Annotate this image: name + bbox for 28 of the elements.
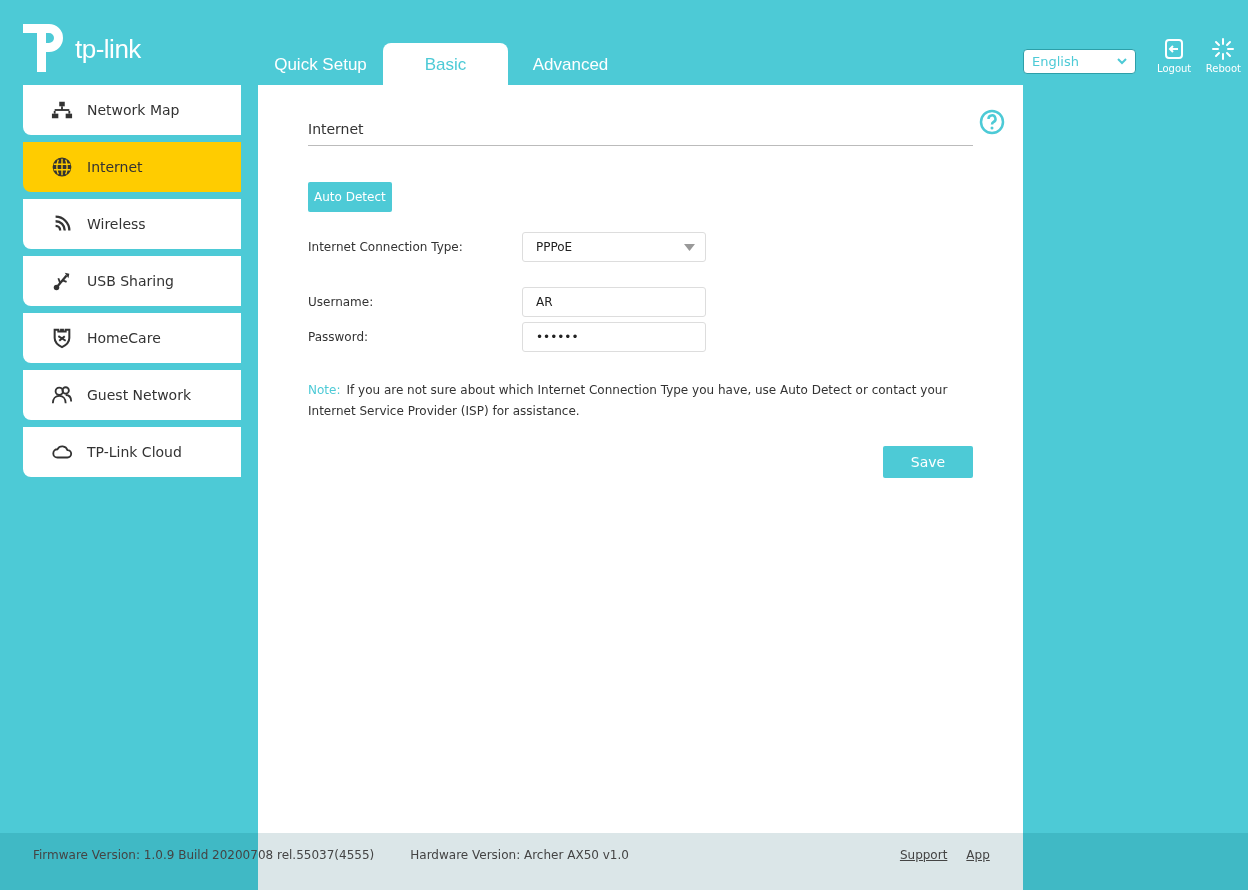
brand-name: tp-link — [75, 34, 141, 65]
help-icon[interactable] — [979, 109, 1005, 135]
app-link[interactable]: App — [966, 847, 990, 862]
people-icon — [51, 384, 73, 406]
sidebar-item[interactable]: HomeCare — [23, 313, 241, 363]
sidebar-item[interactable]: Network Map — [23, 85, 241, 135]
section-title: Internet — [308, 109, 973, 146]
globe-icon — [51, 156, 73, 178]
support-link[interactable]: Support — [899, 847, 948, 862]
note-text: Note: If you are not sure about which Internet Connection Type you have, use Auto Detect or contact your Internet Service Provider (ISP) for assistance. — [308, 382, 949, 420]
sidebar-item[interactable]: USB Sharing — [23, 256, 241, 306]
connection-type-select[interactable]: PPPoE — [522, 232, 706, 262]
hardware-version: Hardware Version: Archer AX50 v1.0 — [410, 847, 629, 862]
network-icon — [51, 99, 73, 121]
field-label: Username: — [308, 295, 375, 309]
sidebar-item[interactable]: Guest Network — [23, 370, 241, 420]
username-field[interactable]: AR — [522, 287, 706, 317]
field-label: Internet Connection Type: — [308, 240, 464, 254]
password-field[interactable]: •••••• — [522, 322, 706, 352]
sidebar-item[interactable]: TP-Link Cloud — [23, 427, 241, 477]
dropdown-arrow-icon — [684, 243, 695, 251]
chevron-icon — [1116, 58, 1127, 65]
logout-icon — [1163, 38, 1186, 60]
field-label: Password: — [308, 330, 370, 344]
spinner-icon — [1212, 38, 1235, 60]
sidebar-item[interactable]: Internet — [23, 142, 241, 192]
shield-icon — [51, 327, 73, 349]
sidebar-item[interactable]: Wireless — [23, 199, 241, 249]
